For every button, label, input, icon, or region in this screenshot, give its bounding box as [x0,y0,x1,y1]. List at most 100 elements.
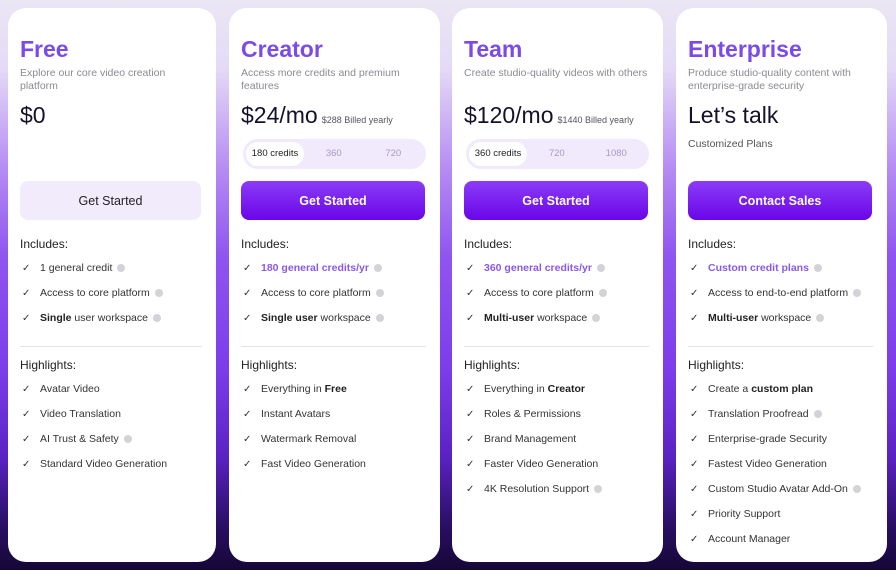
check-icon: ✓ [243,262,252,274]
feature-text: Translation Proofread [708,408,809,420]
feature-text: Single [40,312,72,324]
info-icon[interactable] [813,264,822,272]
feature-text: 360 general credits/yr [484,262,592,274]
feature-item: ✓ 180 general credits/yr [243,262,382,274]
check-icon: ✓ [22,408,31,420]
check-icon: ✓ [22,262,31,274]
plan-name: Free [20,36,69,62]
info-icon[interactable] [152,314,161,322]
info-icon[interactable] [598,289,607,297]
info-icon[interactable] [117,264,126,272]
check-icon: ✓ [243,383,252,395]
feature-text: Everything in [484,383,548,395]
plan-name: Creator [241,36,323,62]
info-icon[interactable] [592,314,601,322]
feature-text: custom plan [751,383,814,395]
info-icon[interactable] [123,435,132,443]
feature-text: Custom Studio Avatar Add-On [708,483,848,495]
info-icon[interactable] [816,314,825,322]
feature-text: Fastest Video Generation [708,458,827,470]
feature-item: ✓ Roles & Permissions [466,408,581,420]
feature-text: Access to core platform [261,287,371,299]
credits-option[interactable]: 360 credits [469,142,527,166]
get-started-button[interactable]: Get Started [464,181,648,220]
price-value: $0 [20,102,46,128]
feature-item: ✓ 4K Resolution Support [466,483,603,495]
check-icon: ✓ [243,458,252,470]
check-icon: ✓ [466,483,475,495]
plan-description: Access more credits and premium features [241,67,400,92]
feature-text: Watermark Removal [261,433,357,445]
feature-item: ✓ Avatar Video [22,383,100,395]
info-icon[interactable] [853,289,862,297]
check-icon: ✓ [690,433,699,445]
feature-text: Access to core platform [40,287,150,299]
feature-item: ✓ Custom credit plans [690,262,822,274]
feature-item: ✓ Create a custom plan [690,383,813,395]
includes-heading: Includes: [688,237,737,251]
includes-heading: Includes: [241,237,290,251]
info-icon[interactable] [373,264,382,272]
feature-item: ✓ Access to core platform [22,287,163,299]
credits-option[interactable]: 360 [304,142,364,166]
info-icon[interactable] [852,485,861,493]
feature-text: Faster Video Generation [484,458,599,470]
check-icon: ✓ [243,287,252,299]
feature-text: Roles & Permissions [484,408,581,420]
feature-text: workspace [534,312,588,324]
feature-text: 4K Resolution Support [484,483,590,495]
feature-item: ✓ Access to end-to-end platform [690,287,862,299]
plan-card-free: Free Explore our core video creation plat… [8,8,216,562]
feature-item: ✓ Access to core platform [466,287,607,299]
divider [464,346,649,347]
feature-text: Video Translation [40,408,121,420]
feature-item: ✓ Access to core platform [243,287,384,299]
feature-item: ✓ Fastest Video Generation [690,458,827,470]
plan-description: Create studio-quality videos with others [464,67,648,79]
check-icon: ✓ [243,312,252,324]
plan-description: Explore our core video creation platform [20,67,166,92]
feature-item: ✓ Brand Management [466,433,576,445]
check-icon: ✓ [690,458,699,470]
info-icon[interactable] [594,485,603,493]
info-icon[interactable] [154,289,163,297]
check-icon: ✓ [690,408,699,420]
feature-item: ✓ 1 general credit [22,262,126,274]
feature-item: ✓ Faster Video Generation [466,458,598,470]
feature-text: Standard Video Generation [40,458,168,470]
price-value: $24/mo [241,102,318,128]
credits-option[interactable]: 1080 [587,142,647,166]
check-icon: ✓ [690,508,699,520]
price-value: $120/mo [464,102,554,128]
check-icon: ✓ [690,312,699,324]
feature-item: ✓ Everything in Free [243,383,347,395]
feature-item: ✓ Watermark Removal [243,433,356,445]
get-started-button[interactable]: Get Started [20,181,201,220]
credits-option[interactable]: 180 credits [246,142,304,166]
info-icon[interactable] [596,264,605,272]
info-icon[interactable] [813,410,822,418]
check-icon: ✓ [690,483,699,495]
check-icon: ✓ [22,433,31,445]
highlights-heading: Highlights: [688,358,745,372]
feature-text: Avatar Video [40,383,100,395]
contact-sales-button[interactable]: Contact Sales [688,181,872,220]
info-icon[interactable] [375,314,384,322]
credits-option[interactable]: 720 [527,142,587,166]
feature-item: ✓ Single user workspace [243,312,384,324]
feature-text: Single user [261,312,318,324]
check-icon: ✓ [466,312,475,324]
check-icon: ✓ [243,433,252,445]
feature-text: Fast Video Generation [261,458,366,470]
plan-card-team: Team Create studio-quality videos with ot… [452,8,663,562]
check-icon: ✓ [466,287,475,299]
feature-text: Priority Support [708,508,781,520]
plan-card-enterprise: Enterprise Produce studio-quality content… [676,8,887,562]
feature-item: ✓ Fast Video Generation [243,458,366,470]
feature-item: ✓ Enterprise-grade Security [690,433,827,445]
feature-item: ✓ Account Manager [690,533,790,545]
info-icon[interactable] [375,289,384,297]
credits-option[interactable]: 720 [364,142,424,166]
get-started-button[interactable]: Get Started [241,181,425,220]
includes-heading: Includes: [20,237,69,251]
